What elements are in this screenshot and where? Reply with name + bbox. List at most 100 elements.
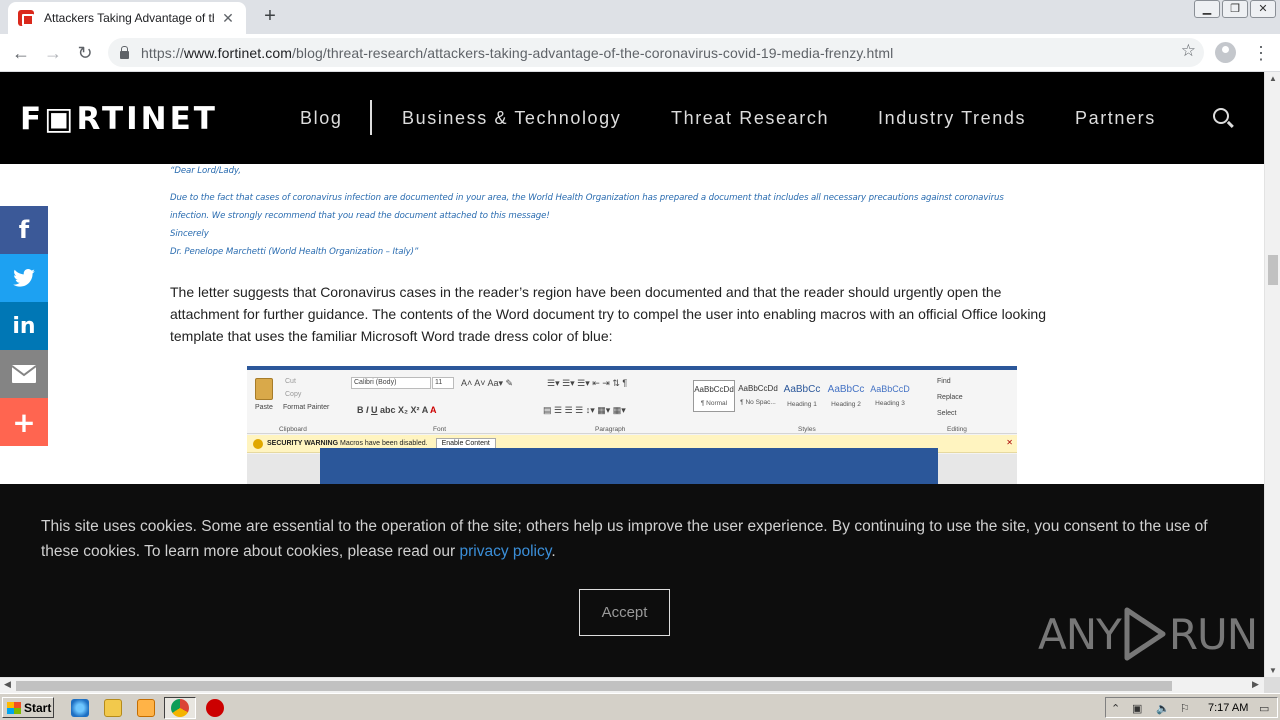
style-normal: AaBbCcDd ¶ Normal [693,380,735,412]
quote-line: infection. We strongly recommend that yo… [170,211,550,221]
forward-arrow-icon[interactable]: → [40,40,66,66]
browser-tab-bar: Attackers Taking Advantage of the C ✕ + … [0,0,1280,34]
group-label-font: Font [433,426,447,433]
quote-line: Sincerely [170,229,209,239]
volume-icon[interactable]: 🔈 [1156,702,1170,715]
windows-flag-icon [7,701,21,714]
nav-partners[interactable]: Partners [1075,108,1156,129]
start-button[interactable]: Start [2,697,54,718]
screen: Attackers Taking Advantage of the C ✕ + … [0,0,1280,720]
close-window-icon[interactable]: ✕ [1250,0,1276,18]
linkedin-share-button[interactable]: in [0,302,48,350]
lock-icon [120,45,129,59]
facebook-share-button[interactable]: f [0,206,48,254]
scroll-right-icon[interactable]: ▶ [1252,679,1259,690]
copy-label: Copy [285,391,302,398]
nav-business-technology[interactable]: Business & Technology [402,108,621,129]
facebook-icon: f [18,216,30,244]
show-desktop-icon[interactable]: ▭ [1259,702,1269,715]
style-no-spacing: AaBbCcDd ¶ No Spac... [738,384,778,406]
media-player-icon[interactable] [137,699,155,717]
nav-divider [370,100,372,135]
security-warning-text: Macros have been disabled. [340,440,428,447]
twitter-share-button[interactable] [0,254,48,302]
quote-line: Due to the fact that cases of coronaviru… [170,193,1004,203]
scroll-up-icon[interactable]: ▲ [1265,74,1280,83]
cookie-text: This site uses cookies. Some are essenti… [41,518,1208,560]
format-painter-label: Format Painter [283,404,330,411]
stop-icon[interactable] [206,699,224,717]
accept-button[interactable]: Accept [579,589,670,636]
style-heading-2: AaBbCc Heading 2 [827,384,865,408]
anyrun-play-icon [1124,607,1166,661]
chrome-taskbar-button[interactable] [164,697,196,719]
back-arrow-icon[interactable]: ← [8,40,34,66]
privacy-policy-link[interactable]: privacy policy [459,543,551,560]
fortinet-favicon-icon [18,10,34,26]
font-format-icons: B I U abc X₂ X² A A [357,405,437,415]
group-label-clipboard: Clipboard [279,426,307,433]
minimize-icon[interactable]: ▁ [1194,0,1220,18]
cookie-banner: This site uses cookies. Some are essenti… [0,484,1264,677]
font-name-field: Calibri (Body) [351,377,431,389]
search-icon[interactable] [1213,108,1229,124]
linkedin-icon: in [12,313,36,339]
file-explorer-icon[interactable] [104,699,122,717]
profile-avatar-icon[interactable] [1215,42,1236,63]
paragraph-icons: ☰▾ ☰▾ ☰▾ ⇤ ⇥ ⇅ ¶ [547,378,628,388]
group-label-paragraph: Paragraph [595,426,626,433]
email-share-button[interactable] [0,350,48,398]
scrollbar-corner [1264,677,1280,693]
vertical-scrollbar[interactable]: ▲ ▼ [1264,72,1280,677]
taskbar-clock[interactable]: 7:17 AM [1208,702,1248,714]
quote-line: “Dear Lord/Lady, [170,166,241,176]
address-bar[interactable]: https://www.fortinet.com/blog/threat-res… [108,38,1204,67]
cut-label: Cut [285,378,296,385]
site-header: F▣RTINET Blog Business & Technology Thre… [0,72,1264,164]
nav-industry-trends[interactable]: Industry Trends [878,108,1026,129]
article-paragraph: The letter suggests that Coronavirus cas… [170,284,1046,344]
more-share-button[interactable]: + [0,398,48,446]
replace-label: Replace [937,394,963,401]
style-heading-1: AaBbCc Heading 1 [783,384,821,408]
browser-toolbar: ← → ↻ https://www.fortinet.com/blog/thre… [0,34,1280,72]
tray-expand-icon[interactable]: ⌃ [1111,702,1120,715]
browser-tab[interactable]: Attackers Taking Advantage of the C ✕ [8,2,246,34]
style-heading-3: AaBbCcD Heading 3 [870,384,910,407]
vertical-scroll-thumb[interactable] [1268,255,1278,285]
chrome-icon [171,699,189,717]
windows-taskbar: Start ⌃ ▣ 🔈 ⚐ ▭ 7:17 AM [0,693,1280,720]
browser-menu-icon[interactable]: ⋮ [1252,40,1270,66]
new-tab-icon[interactable]: + [258,4,282,28]
window-controls: ▁ ❐ ✕ [1194,0,1276,18]
fortinet-logo[interactable]: F▣RTINET [20,104,218,135]
url-text: https://www.fortinet.com/blog/threat-res… [141,44,894,61]
anyrun-watermark: ANY RUN [1038,606,1258,662]
scroll-left-icon[interactable]: ◀ [4,679,11,690]
network-icon[interactable]: ▣ [1132,702,1142,715]
group-label-editing: Editing [947,426,967,433]
paste-icon [255,378,273,400]
font-grow-icons: A˄ A˅ Aa▾ ✎ [461,378,514,388]
internet-explorer-icon[interactable] [71,699,89,717]
horizontal-scrollbar[interactable]: ◀ ▶ [0,677,1264,693]
horizontal-scroll-thumb[interactable] [16,681,1172,691]
font-size-field: 11 [432,377,454,389]
nav-blog[interactable]: Blog [300,108,342,129]
bookmark-star-icon[interactable]: ☆ [1181,41,1196,61]
alignment-icons: ▤ ☰ ☰ ☰ ↕▾ ▦▾ ▦▾ [543,405,626,415]
paste-label: Paste [255,404,273,411]
tab-title: Attackers Taking Advantage of the C [44,11,214,25]
find-label: Find [937,378,951,385]
security-warning-label: SECURITY WARNING [267,440,339,447]
tab-close-icon[interactable]: ✕ [220,10,236,27]
twitter-icon [13,269,35,287]
warning-icon [253,438,263,449]
page-viewport: F▣RTINET Blog Business & Technology Thre… [0,72,1264,677]
nav-threat-research[interactable]: Threat Research [671,108,829,129]
reload-icon[interactable]: ↻ [72,40,98,66]
action-center-flag-icon[interactable]: ⚐ [1180,702,1190,715]
system-tray: ⌃ ▣ 🔈 ⚐ ▭ [1105,697,1278,718]
scroll-down-icon[interactable]: ▼ [1265,666,1280,675]
restore-icon[interactable]: ❐ [1222,0,1248,18]
